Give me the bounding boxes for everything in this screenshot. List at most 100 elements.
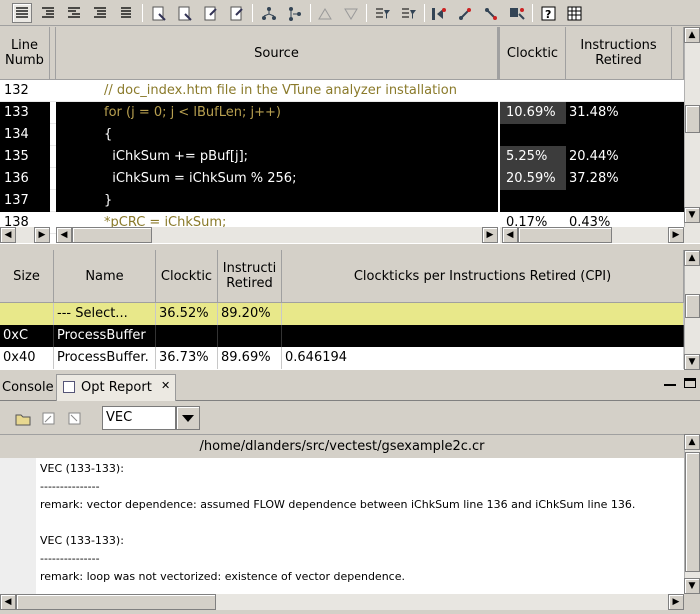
source-vertical-scrollbar[interactable]: ▲ ▼	[684, 27, 700, 227]
help-icon[interactable]: ?	[538, 3, 558, 23]
indent-cell	[56, 102, 90, 124]
up-triangle-icon[interactable]	[314, 3, 334, 23]
page-icon-2[interactable]	[174, 3, 194, 23]
function-instructions-cell: 89.20%	[218, 303, 282, 325]
indent-left-icon[interactable]	[38, 3, 58, 23]
indent-cell	[56, 190, 90, 212]
function-row[interactable]: --- Select... 36.52% 89.20%	[0, 303, 684, 325]
column-header-size[interactable]: Size	[0, 250, 54, 303]
clockticks-cell: 20.59%	[500, 168, 566, 190]
report-horizontal-scrollbar[interactable]: ◀ ▶	[0, 594, 684, 610]
nav-icon-1[interactable]	[428, 3, 448, 23]
report-icon	[63, 381, 75, 393]
outdent-icon[interactable]	[90, 3, 110, 23]
tab-console[interactable]: Console	[2, 380, 54, 395]
scroll-thumb[interactable]	[685, 105, 700, 133]
minimize-icon[interactable]	[664, 378, 676, 386]
indent-right-icon[interactable]	[64, 3, 84, 23]
align-icon[interactable]	[116, 3, 136, 23]
function-size-cell	[0, 303, 54, 325]
grid-icon[interactable]	[564, 3, 584, 23]
column-header-instructions[interactable]: Instructions Retired	[566, 27, 672, 80]
chevron-down-icon[interactable]	[176, 406, 200, 430]
source-row[interactable]: 135 iChkSum += pBuf[j]; 5.25% 20.44%	[0, 146, 684, 168]
report-action-icon-2[interactable]	[64, 408, 84, 428]
function-name-cell: ProcessBuffer	[54, 325, 156, 347]
functions-vertical-scrollbar[interactable]: ▲ ▼	[684, 250, 700, 370]
instructions-cell: 37.28%	[566, 168, 684, 190]
function-instructions-cell: 89.69%	[218, 347, 282, 369]
scroll-down-arrow-icon[interactable]: ▼	[684, 207, 700, 223]
function-cpi-cell	[282, 303, 684, 325]
source-row[interactable]: 137}	[0, 190, 684, 212]
report-line: VEC (133-133):	[40, 462, 124, 475]
scroll-up-arrow-icon[interactable]: ▲	[684, 27, 700, 43]
clockticks-cell: 10.69%	[500, 102, 566, 124]
line-number-cell: 133	[0, 102, 50, 124]
column-header-cpi[interactable]: Clockticks per Instructions Retired (CPI…	[282, 250, 684, 303]
source-row[interactable]: 134 {	[0, 124, 684, 146]
function-cpi-cell: 0.646194	[282, 347, 684, 369]
close-icon[interactable]: ✕	[161, 379, 170, 392]
indent-cell	[56, 146, 90, 168]
column-header-line-number[interactable]: Line Numb	[0, 27, 50, 80]
metrics-horizontal-scrollbar[interactable]: ◀ ▶	[500, 227, 700, 243]
indent-cell	[56, 168, 90, 190]
function-clockticks-cell: 36.73%	[156, 347, 218, 369]
line-number-cell: 136	[0, 168, 50, 190]
filter-icon-2[interactable]	[398, 3, 418, 23]
function-cpi-cell	[282, 325, 684, 347]
maximize-icon[interactable]	[684, 378, 696, 388]
function-row[interactable]: 0x40 ProcessBuffer. 36.73% 89.69% 0.646194	[0, 347, 684, 369]
line-number-cell: 135	[0, 146, 50, 168]
page-icon-4[interactable]	[226, 3, 246, 23]
main-toolbar: ?	[0, 0, 700, 26]
code-cell: {	[90, 124, 498, 146]
function-name-cell: --- Select...	[54, 303, 156, 325]
source-row[interactable]: 132 // doc_index.htm file in the VTune an…	[0, 80, 684, 102]
indent-cell	[56, 80, 90, 102]
column-header-instructions[interactable]: Instructi Retired	[218, 250, 282, 303]
report-path: /home/dlanders/src/vectest/gsexample2c.c…	[0, 434, 684, 458]
page-icon-1[interactable]	[148, 3, 168, 23]
instructions-cell	[566, 124, 684, 146]
svg-text:?: ?	[545, 8, 551, 21]
open-report-icon[interactable]	[12, 408, 32, 428]
function-clockticks-cell	[156, 325, 218, 347]
function-row[interactable]: 0xC ProcessBuffer	[0, 325, 684, 347]
tree-icon-1[interactable]	[258, 3, 278, 23]
functions-pane: Size Name Clocktic Instructi Retired Clo…	[0, 250, 700, 370]
column-header-source[interactable]: Source	[56, 27, 498, 80]
report-line: ---------------	[40, 552, 100, 565]
code-cell: for (j = 0; j < lBufLen; j++)	[90, 102, 498, 124]
source-pane: Line Numb Source Clocktic Instructions R…	[0, 27, 700, 244]
function-name-cell: ProcessBuffer.	[54, 347, 156, 369]
report-line: remark: loop was not vectorized: existen…	[40, 570, 405, 583]
clockticks-cell	[500, 190, 566, 212]
instructions-cell	[566, 80, 684, 102]
tab-opt-report-label: Opt Report	[81, 380, 152, 395]
code-cell: // doc_index.htm file in the VTune analy…	[90, 80, 498, 102]
source-row[interactable]: 136 iChkSum = iChkSum % 256; 20.59% 37.28%	[0, 168, 684, 190]
indent-cell	[56, 124, 90, 146]
filter-icon-1[interactable]	[372, 3, 392, 23]
list-view-icon[interactable]	[12, 3, 32, 23]
tab-opt-report[interactable]: Opt Report ✕	[56, 374, 176, 401]
tab-bar: Console Opt Report ✕	[0, 374, 700, 401]
code-cell: }	[90, 190, 498, 212]
column-header-clockticks[interactable]: Clocktic	[498, 27, 566, 80]
report-vertical-scrollbar[interactable]: ▲ ▼	[684, 434, 700, 594]
column-header-clockticks[interactable]: Clocktic	[156, 250, 218, 303]
nav-icon-2[interactable]	[454, 3, 474, 23]
nav-icon-3[interactable]	[480, 3, 500, 23]
report-type-select[interactable]: VEC	[102, 406, 176, 430]
down-triangle-icon[interactable]	[340, 3, 360, 23]
source-row[interactable]: 133 for (j = 0; j < lBufLen; j++) 10.69% 31…	[0, 102, 684, 124]
column-header-name[interactable]: Name	[54, 250, 156, 303]
line-horizontal-scrollbar[interactable]: ◀ ▶	[0, 227, 50, 243]
report-action-icon-1[interactable]	[38, 408, 58, 428]
tree-icon-2[interactable]	[284, 3, 304, 23]
nav-icon-4[interactable]	[506, 3, 526, 23]
source-horizontal-scrollbar[interactable]: ◀ ▶	[56, 227, 498, 243]
page-icon-3[interactable]	[200, 3, 220, 23]
